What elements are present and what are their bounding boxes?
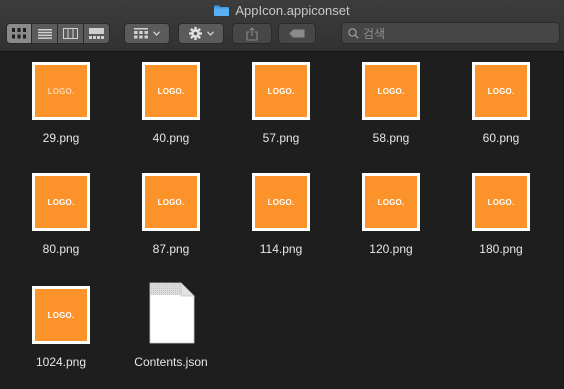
search-field[interactable]: 검색 <box>341 22 560 44</box>
file-name: 29.png <box>42 131 80 145</box>
png-thumbnail: LOGO. <box>142 173 200 231</box>
group-by-button[interactable] <box>124 23 170 44</box>
logo-text: LOGO. <box>267 197 295 207</box>
file-item-180[interactable]: LOGO. 180.png <box>446 163 556 259</box>
window-title-area: AppIcon.appiconset <box>0 0 564 20</box>
json-document-icon <box>149 282 195 344</box>
gallery-icon <box>89 28 104 39</box>
logo-text: LOGO. <box>487 86 515 96</box>
tag-icon <box>289 29 305 38</box>
file-item-114[interactable]: LOGO. 114.png <box>226 163 336 259</box>
file-item-120[interactable]: LOGO. 120.png <box>336 163 446 259</box>
column-view-button[interactable] <box>58 23 84 44</box>
folder-icon <box>214 5 230 16</box>
logo-text: LOGO. <box>47 310 75 320</box>
file-item-29[interactable]: LOGO. 29.png <box>6 52 116 148</box>
logo-text: LOGO. <box>377 197 405 207</box>
png-thumbnail: LOGO. <box>472 62 530 120</box>
file-icon-grid: LOGO. 29.png LOGO. 40.png LOGO. 57.png L… <box>0 52 564 389</box>
file-item-1024[interactable]: LOGO. 1024.png <box>6 276 116 372</box>
logo-text: LOGO. <box>47 86 75 96</box>
group-grid-icon <box>134 28 148 39</box>
tags-button[interactable] <box>278 23 316 44</box>
file-name: 114.png <box>259 242 303 256</box>
search-placeholder: 검색 <box>363 26 386 41</box>
icon-view-button[interactable] <box>6 23 32 44</box>
file-name: 60.png <box>482 131 520 145</box>
search-icon <box>348 27 359 39</box>
view-mode-control <box>6 23 110 44</box>
png-thumbnail: LOGO. <box>32 173 90 231</box>
logo-text: LOGO. <box>157 197 185 207</box>
window-title: AppIcon.appiconset <box>235 2 350 18</box>
chevron-down-icon <box>206 31 214 36</box>
logo-text: LOGO. <box>267 86 295 96</box>
gallery-view-button[interactable] <box>84 23 110 44</box>
file-item-60[interactable]: LOGO. 60.png <box>446 52 556 148</box>
png-thumbnail: LOGO. <box>362 62 420 120</box>
icon-grid-icon <box>12 28 26 39</box>
file-name: Contents.json <box>134 355 208 369</box>
png-thumbnail: LOGO. <box>32 62 90 120</box>
share-button[interactable] <box>232 23 272 44</box>
logo-text: LOGO. <box>487 197 515 207</box>
logo-text: LOGO. <box>157 86 185 96</box>
png-thumbnail: LOGO. <box>362 173 420 231</box>
action-menu-button[interactable] <box>178 23 224 44</box>
file-item-57[interactable]: LOGO. 57.png <box>226 52 336 148</box>
png-thumbnail: LOGO. <box>252 62 310 120</box>
list-icon <box>37 28 52 39</box>
file-name: 58.png <box>372 131 410 145</box>
file-name: 180.png <box>479 242 523 256</box>
file-name: 87.png <box>152 242 190 256</box>
png-thumbnail: LOGO. <box>142 62 200 120</box>
file-item-58[interactable]: LOGO. 58.png <box>336 52 446 148</box>
logo-text: LOGO. <box>377 86 405 96</box>
list-view-button[interactable] <box>32 23 58 44</box>
share-icon <box>246 26 258 41</box>
file-name: 80.png <box>42 242 80 256</box>
file-item-87[interactable]: LOGO. 87.png <box>116 163 226 259</box>
file-name: 57.png <box>262 131 300 145</box>
file-name: 1024.png <box>35 355 87 369</box>
chevron-down-icon <box>153 31 160 36</box>
file-item-contents-json[interactable]: Contents.json <box>116 276 226 372</box>
logo-text: LOGO. <box>47 197 75 207</box>
file-name: 40.png <box>152 131 190 145</box>
file-name: 120.png <box>369 242 413 256</box>
png-thumbnail: LOGO. <box>32 286 90 344</box>
window-titlebar: AppIcon.appiconset 검색 <box>0 0 564 52</box>
file-item-80[interactable]: LOGO. 80.png <box>6 163 116 259</box>
gear-icon <box>188 27 202 40</box>
png-thumbnail: LOGO. <box>472 173 530 231</box>
columns-icon <box>63 28 78 39</box>
file-item-40[interactable]: LOGO. 40.png <box>116 52 226 148</box>
png-thumbnail: LOGO. <box>252 173 310 231</box>
